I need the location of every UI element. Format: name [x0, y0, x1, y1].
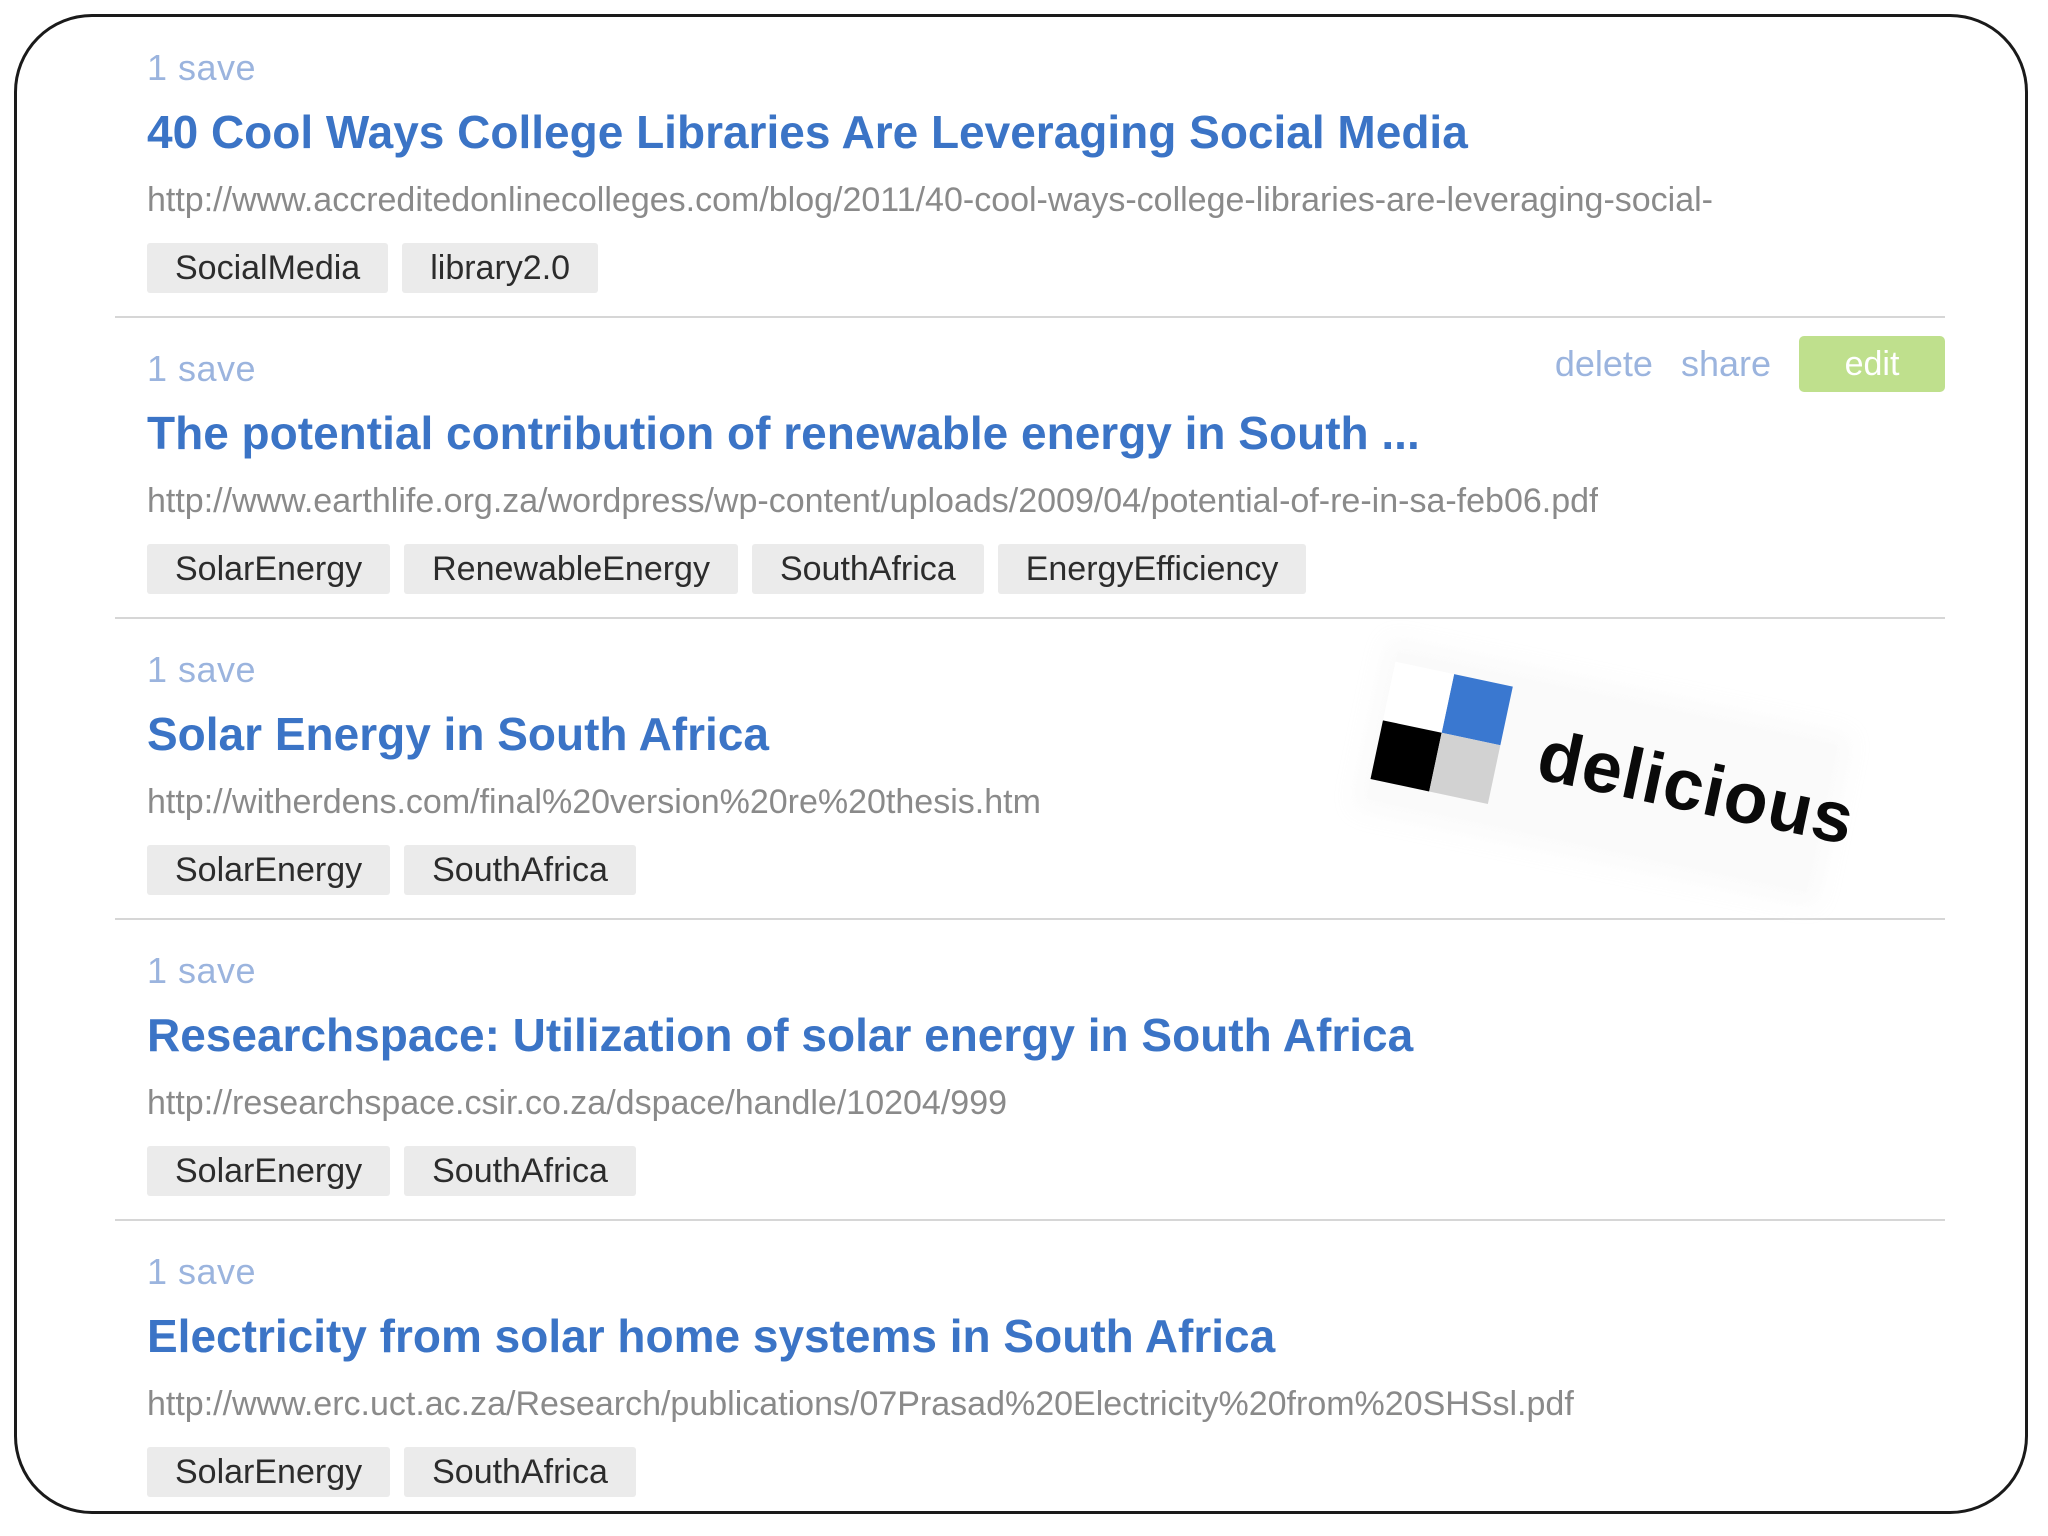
- delicious-logo-icon: [1370, 661, 1513, 804]
- bookmark-title-link[interactable]: Solar Energy in South Africa: [147, 707, 769, 761]
- bookmark-url: http://www.accreditedonlinecolleges.com/…: [147, 181, 1714, 219]
- tag-southafrica[interactable]: SouthAfrica: [751, 544, 984, 594]
- bookmark-item: 1 save Researchspace: Utilization of sol…: [115, 920, 1945, 1221]
- tag-renewableenergy[interactable]: RenewableEnergy: [404, 544, 738, 594]
- tag-library2-0[interactable]: library2.0: [402, 243, 599, 293]
- bookmark-title-link[interactable]: Researchspace: Utilization of solar ener…: [147, 1008, 1413, 1062]
- bookmark-title-link[interactable]: 40 Cool Ways College Libraries Are Lever…: [147, 105, 1468, 159]
- tag-solarenergy[interactable]: SolarEnergy: [147, 1146, 391, 1196]
- bookmark-title-link[interactable]: The potential contribution of renewable …: [147, 406, 1420, 460]
- save-count[interactable]: 1 save: [147, 950, 256, 992]
- tag-socialmedia[interactable]: SocialMedia: [147, 243, 389, 293]
- tag-list: SolarEnergy SouthAfrica: [147, 1146, 636, 1196]
- bookmark-url: http://witherdens.com/final%20version%20…: [147, 783, 1041, 821]
- bookmark-title-link[interactable]: Electricity from solar home systems in S…: [147, 1309, 1275, 1363]
- tag-solarenergy[interactable]: SolarEnergy: [147, 544, 391, 594]
- tag-list: SocialMedia library2.0: [147, 243, 599, 293]
- bookmark-item: 1 save delete share edit The potential c…: [115, 318, 1945, 619]
- share-link[interactable]: share: [1681, 343, 1771, 385]
- tag-solarenergy[interactable]: SolarEnergy: [147, 845, 391, 895]
- bookmark-url: http://www.earthlife.org.za/wordpress/wp…: [147, 482, 1599, 520]
- tag-list: SolarEnergy SouthAfrica: [147, 845, 636, 895]
- save-count[interactable]: 1 save: [147, 1251, 256, 1293]
- bookmark-url: http://www.erc.uct.ac.za/Research/public…: [147, 1385, 1574, 1423]
- bookmark-item: 1 save Electricity from solar home syste…: [115, 1221, 1945, 1511]
- bookmark-item: 1 save 40 Cool Ways College Libraries Ar…: [115, 17, 1945, 318]
- tag-southafrica[interactable]: SouthAfrica: [404, 1447, 636, 1497]
- bookmark-actions: delete share edit: [1555, 336, 1945, 392]
- bookmarks-panel: 1 save 40 Cool Ways College Libraries Ar…: [14, 14, 2028, 1514]
- tag-southafrica[interactable]: SouthAfrica: [404, 845, 636, 895]
- tag-list: SolarEnergy RenewableEnergy SouthAfrica …: [147, 544, 1307, 594]
- tag-energyefficiency[interactable]: EnergyEfficiency: [997, 544, 1307, 594]
- tag-solarenergy[interactable]: SolarEnergy: [147, 1447, 391, 1497]
- bookmark-url: http://researchspace.csir.co.za/dspace/h…: [147, 1084, 1008, 1122]
- edit-button[interactable]: edit: [1799, 336, 1945, 392]
- tag-southafrica[interactable]: SouthAfrica: [404, 1146, 636, 1196]
- delete-link[interactable]: delete: [1555, 343, 1653, 385]
- save-count[interactable]: 1 save: [147, 348, 256, 390]
- tag-list: SolarEnergy SouthAfrica: [147, 1447, 636, 1497]
- save-count[interactable]: 1 save: [147, 47, 256, 89]
- save-count[interactable]: 1 save: [147, 649, 256, 691]
